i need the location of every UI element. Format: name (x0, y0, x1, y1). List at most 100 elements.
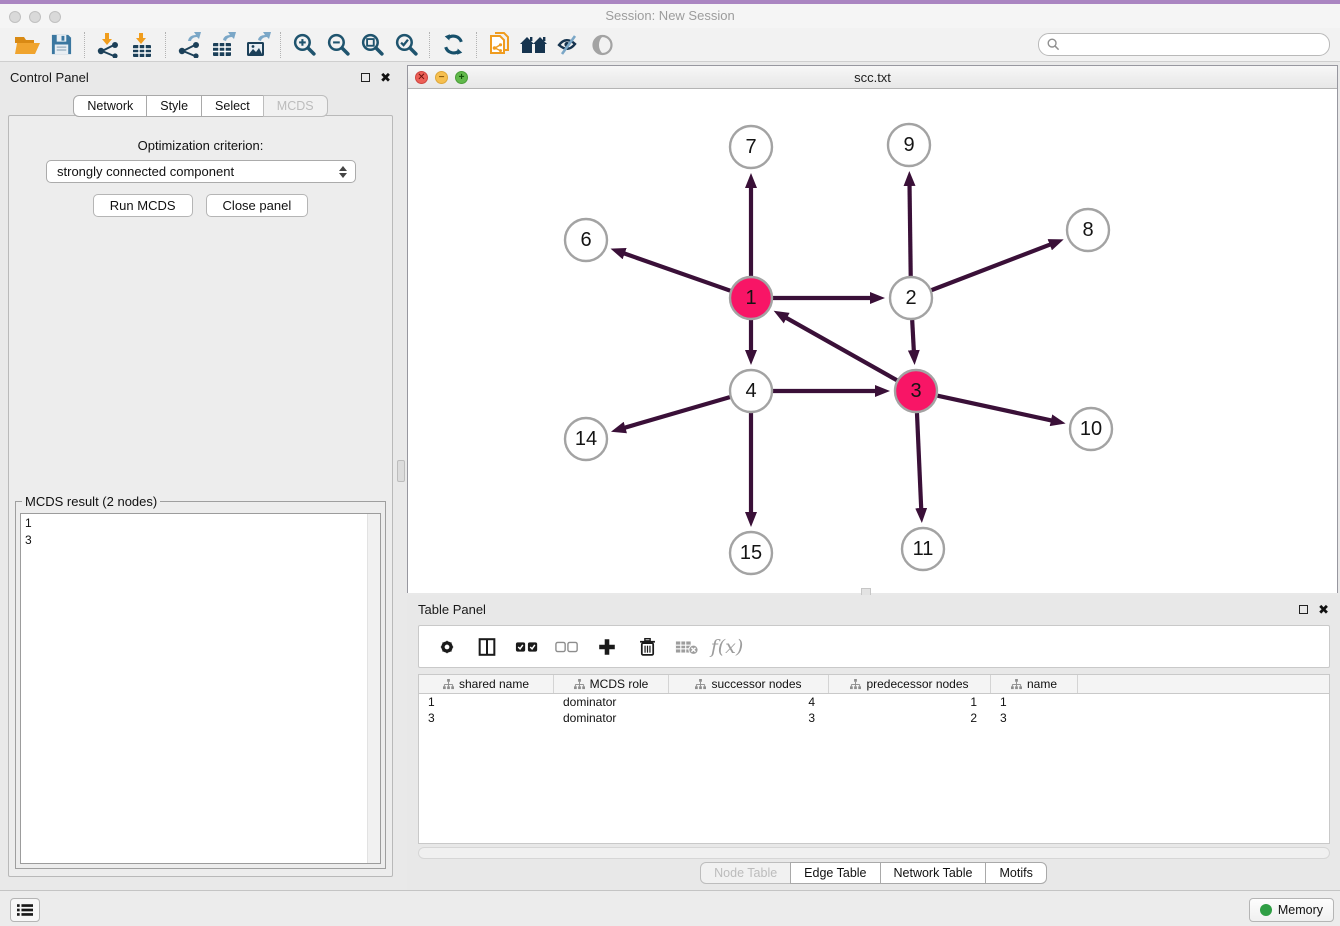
column-type-icon (850, 679, 861, 690)
network-document-icon (487, 31, 513, 59)
unchecked-boxes-icon (555, 639, 579, 655)
column-header-shared-name[interactable]: shared name (419, 675, 554, 693)
zoom-in-button[interactable] (287, 30, 321, 60)
column-header-name[interactable]: name (991, 675, 1078, 693)
split-columns-icon (476, 636, 498, 658)
select-all-button[interactable] (509, 630, 545, 664)
open-session-button[interactable] (10, 30, 44, 60)
show-hide-button[interactable] (585, 30, 619, 60)
window-close-button[interactable] (9, 11, 21, 23)
table-cell[interactable]: 1 (991, 695, 1078, 709)
close-panel-icon[interactable]: ✖ (1318, 603, 1329, 616)
table-cell[interactable]: 2 (829, 711, 991, 725)
panel-splitter-handle[interactable] (397, 460, 405, 482)
export-table-button[interactable] (206, 30, 240, 60)
save-session-button[interactable] (44, 30, 78, 60)
tab-network[interactable]: Network (73, 95, 147, 117)
export-image-button[interactable] (240, 30, 274, 60)
mcds-tab-content: Optimization criterion: strongly connect… (8, 115, 393, 877)
graph-edge[interactable] (912, 320, 914, 351)
import-table-button[interactable] (125, 30, 159, 60)
float-panel-icon[interactable] (361, 73, 370, 82)
fx-icon: f(x) (711, 636, 744, 658)
export-network-icon (176, 32, 202, 58)
task-history-button[interactable] (10, 898, 40, 922)
graph-edge[interactable] (624, 397, 729, 428)
frame-maximize-button[interactable]: + (455, 71, 468, 84)
table-cell[interactable]: dominator (554, 695, 669, 709)
delete-column-button[interactable] (629, 630, 665, 664)
home-button[interactable] (517, 30, 551, 60)
network-window-titlebar[interactable]: ✕ − + scc.txt (408, 66, 1337, 89)
search-input[interactable] (1065, 38, 1329, 52)
export-table-icon (210, 32, 237, 58)
tab-select[interactable]: Select (201, 95, 264, 117)
table-cell[interactable]: 4 (669, 695, 829, 709)
table-row[interactable]: 1dominator411 (419, 694, 1329, 710)
graph-edge[interactable] (910, 185, 911, 276)
table-row[interactable]: 3dominator323 (419, 710, 1329, 726)
window-minimize-button[interactable] (29, 11, 41, 23)
tab-node-table[interactable]: Node Table (700, 862, 791, 884)
network-document-button[interactable] (483, 30, 517, 60)
memory-button[interactable]: Memory (1249, 898, 1334, 922)
table-cell[interactable]: 1 (419, 695, 554, 709)
float-panel-icon[interactable] (1299, 605, 1308, 614)
add-column-button[interactable] (589, 630, 625, 664)
show-columns-button[interactable] (469, 630, 505, 664)
toolbar-separator (429, 32, 430, 58)
scrollbar[interactable] (367, 514, 380, 863)
tab-edge-table[interactable]: Edge Table (790, 862, 880, 884)
graph-edge[interactable] (624, 253, 731, 290)
network-canvas[interactable]: 7968124314101511 (408, 89, 1337, 593)
import-network-button[interactable] (91, 30, 125, 60)
checked-boxes-icon (515, 639, 539, 655)
graph-edge[interactable] (932, 244, 1051, 290)
table-cell[interactable]: 1 (829, 695, 991, 709)
close-panel-button[interactable]: Close panel (206, 194, 309, 217)
toggle-graphics-details-icon (555, 33, 581, 57)
tab-mcds[interactable]: MCDS (263, 95, 328, 117)
toolbar-separator (84, 32, 85, 58)
table-cell[interactable]: 3 (991, 711, 1078, 725)
tab-network-table[interactable]: Network Table (880, 862, 987, 884)
table-settings-button[interactable] (429, 630, 465, 664)
graph-edge[interactable] (937, 396, 1051, 421)
graph-edge[interactable] (917, 413, 921, 509)
network-window: ✕ − + scc.txt 7968124314101511 (407, 65, 1338, 593)
mcds-result-text[interactable]: 1 3 (20, 513, 381, 864)
column-header-successor-nodes[interactable]: successor nodes (669, 675, 829, 693)
plus-icon (596, 636, 618, 658)
zoom-out-button[interactable] (321, 30, 355, 60)
window-zoom-button[interactable] (49, 11, 61, 23)
zoom-selected-button[interactable] (389, 30, 423, 60)
horizontal-scrollbar[interactable] (418, 847, 1330, 859)
save-session-icon (50, 33, 73, 56)
deselect-all-button[interactable] (549, 630, 585, 664)
home-icon (519, 34, 549, 56)
zoom-fit-button[interactable] (355, 30, 389, 60)
optimization-criterion-select[interactable]: strongly connected component (46, 160, 356, 183)
column-type-icon (695, 679, 706, 690)
tab-style[interactable]: Style (146, 95, 202, 117)
search-field[interactable] (1038, 33, 1330, 56)
refresh-view-button[interactable] (436, 30, 470, 60)
table-cell[interactable]: 3 (419, 711, 554, 725)
run-mcds-button[interactable]: Run MCDS (93, 194, 193, 217)
open-session-icon (14, 34, 41, 56)
column-header-predecessor-nodes[interactable]: predecessor nodes (829, 675, 991, 693)
control-panel-tabs: NetworkStyleSelectMCDS (0, 95, 401, 117)
graph-edge[interactable] (786, 318, 897, 381)
frame-minimize-button[interactable]: − (435, 71, 448, 84)
export-network-button[interactable] (172, 30, 206, 60)
mcds-result-title: MCDS result (2 nodes) (22, 494, 160, 509)
toggle-graphics-details-button[interactable] (551, 30, 585, 60)
column-header-MCDS-role[interactable]: MCDS role (554, 675, 669, 693)
frame-close-button[interactable]: ✕ (415, 71, 428, 84)
toolbar-separator (476, 32, 477, 58)
tab-motifs[interactable]: Motifs (985, 862, 1046, 884)
table-cell[interactable]: dominator (554, 711, 669, 725)
close-panel-icon[interactable]: ✖ (380, 71, 391, 84)
table-header-row: shared nameMCDS rolesuccessor nodesprede… (419, 675, 1329, 694)
table-cell[interactable]: 3 (669, 711, 829, 725)
